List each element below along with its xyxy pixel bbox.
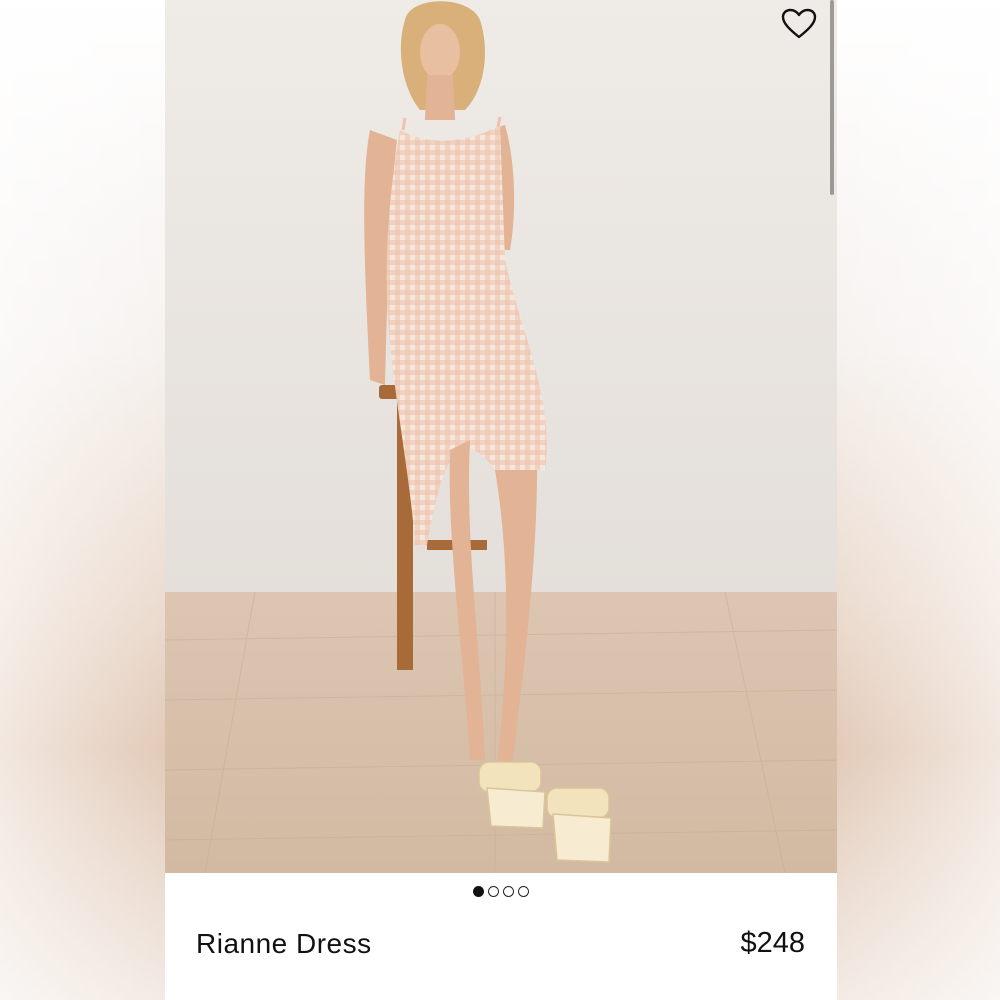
favorite-button[interactable] — [779, 4, 819, 44]
product-image[interactable] — [165, 0, 837, 873]
pagination-dot-2[interactable] — [488, 886, 499, 897]
image-pagination[interactable] — [165, 886, 837, 897]
product-photo-illustration — [165, 0, 837, 873]
right-backdrop — [835, 0, 1000, 1000]
pagination-dot-3[interactable] — [503, 886, 514, 897]
pagination-dot-1[interactable] — [473, 886, 484, 897]
product-name[interactable]: Rianne Dress — [196, 928, 372, 960]
heart-outline-icon — [781, 8, 817, 39]
pagination-dot-4[interactable] — [518, 886, 529, 897]
scrollbar[interactable] — [830, 0, 834, 195]
left-backdrop — [0, 0, 165, 1000]
product-price: $248 — [740, 927, 805, 959]
product-card[interactable]: Rianne Dress $248 — [165, 0, 837, 1000]
